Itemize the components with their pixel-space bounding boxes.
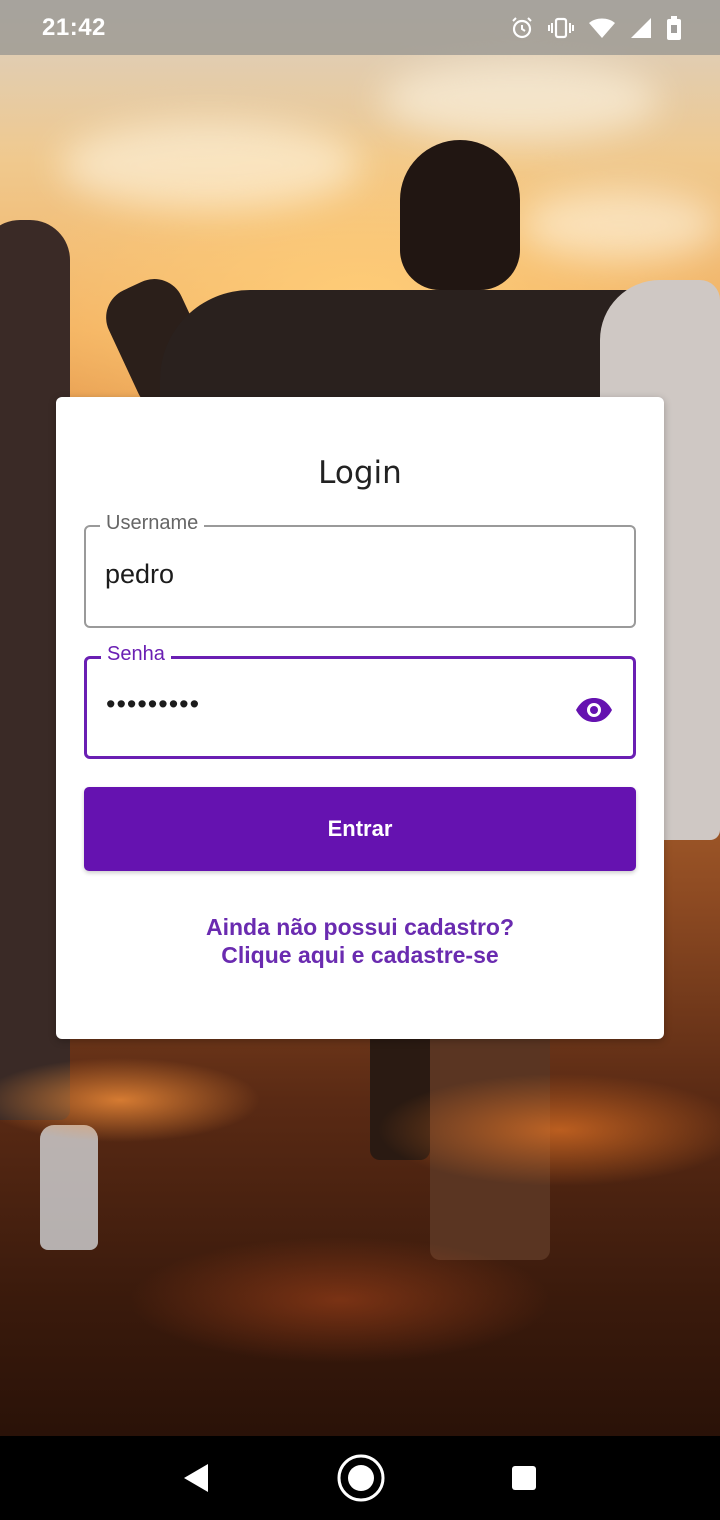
signup-line-1[interactable]: Ainda não possui cadastro? xyxy=(56,913,664,941)
password-label: Senha xyxy=(101,643,171,666)
status-time: 21:42 xyxy=(42,13,106,41)
status-icons xyxy=(510,15,682,41)
vibrate-icon xyxy=(548,16,574,40)
username-field[interactable]: Username pedro xyxy=(84,512,636,628)
login-card: Login Username pedro Senha ••••••••• Ent… xyxy=(56,397,664,1039)
wifi-icon xyxy=(588,16,616,40)
battery-icon xyxy=(666,15,682,41)
eye-icon[interactable] xyxy=(573,689,615,731)
status-bar: 21:42 xyxy=(0,0,720,55)
username-input[interactable]: pedro xyxy=(105,559,174,590)
signup-link[interactable]: Ainda não possui cadastro? Clique aqui e… xyxy=(56,913,664,969)
navigation-bar xyxy=(0,1436,720,1520)
login-title: Login xyxy=(318,455,402,491)
cell-signal-icon xyxy=(630,16,652,40)
login-button[interactable]: Entrar xyxy=(84,787,636,871)
home-icon[interactable] xyxy=(335,1452,387,1504)
signup-line-2[interactable]: Clique aqui e cadastre-se xyxy=(56,941,664,969)
password-field[interactable]: Senha ••••••••• xyxy=(84,643,636,759)
back-icon[interactable] xyxy=(182,1462,212,1494)
alarm-icon xyxy=(510,16,534,40)
password-input[interactable]: ••••••••• xyxy=(106,689,200,720)
recents-icon[interactable] xyxy=(510,1464,538,1492)
username-label: Username xyxy=(100,512,205,535)
